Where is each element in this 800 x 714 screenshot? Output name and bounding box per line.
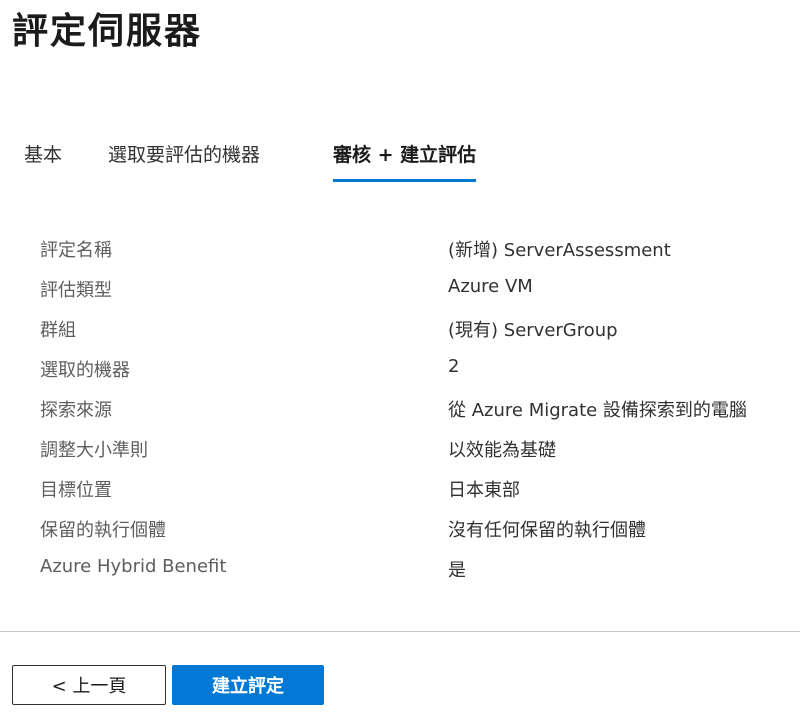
tab-review-create[interactable]: 審核 + 建立評估 <box>333 140 477 182</box>
summary-row-selected-machines: 選取的機器 2 <box>0 356 800 396</box>
summary-value: (新增) ServerAssessment <box>448 240 671 261</box>
summary-row-discovery-source: 探索來源 從 Azure Migrate 設備探索到的電腦 <box>0 396 800 436</box>
summary-label: Azure Hybrid Benefit <box>40 556 227 577</box>
create-assessment-button[interactable]: 建立評定 <box>172 665 324 705</box>
summary-value: 從 Azure Migrate 設備探索到的電腦 <box>448 400 747 421</box>
summary-row-hybrid-benefit: Azure Hybrid Benefit 是 <box>0 556 800 596</box>
summary-value: 日本東部 <box>448 480 520 501</box>
summary-label: 調整大小準則 <box>40 440 148 461</box>
summary-label: 保留的執行個體 <box>40 520 166 541</box>
previous-button[interactable]: < 上一頁 <box>12 665 166 705</box>
tab-basics[interactable]: 基本 <box>24 140 62 179</box>
page-title: 評定伺服器 <box>12 11 203 52</box>
summary-row-assessment-type: 評估類型 Azure VM <box>0 276 800 316</box>
footer-divider <box>0 631 800 632</box>
summary-row-assessment-name: 評定名稱 (新增) ServerAssessment <box>0 236 800 276</box>
summary-row-target-location: 目標位置 日本東部 <box>0 476 800 516</box>
summary-label: 選取的機器 <box>40 360 130 381</box>
review-summary: 評定名稱 (新增) ServerAssessment 評估類型 Azure VM… <box>0 236 800 596</box>
summary-label: 評定名稱 <box>40 240 112 261</box>
summary-value: 是 <box>448 560 466 581</box>
summary-label: 探索來源 <box>40 400 112 421</box>
summary-value: 以效能為基礎 <box>448 440 556 461</box>
summary-value: 2 <box>448 356 460 377</box>
summary-row-sizing-criteria: 調整大小準則 以效能為基礎 <box>0 436 800 476</box>
summary-label: 目標位置 <box>40 480 112 501</box>
summary-value: Azure VM <box>448 276 533 297</box>
tab-select-machines[interactable]: 選取要評估的機器 <box>108 140 260 179</box>
summary-label: 評估類型 <box>40 280 112 301</box>
summary-row-reserved-instances: 保留的執行個體 沒有任何保留的執行個體 <box>0 516 800 556</box>
summary-value: (現有) ServerGroup <box>448 320 618 341</box>
wizard-tabs: 基本 選取要評估的機器 審核 + 建立評估 <box>0 140 800 185</box>
summary-row-group: 群組 (現有) ServerGroup <box>0 316 800 356</box>
summary-label: 群組 <box>40 320 76 341</box>
summary-value: 沒有任何保留的執行個體 <box>448 520 646 541</box>
